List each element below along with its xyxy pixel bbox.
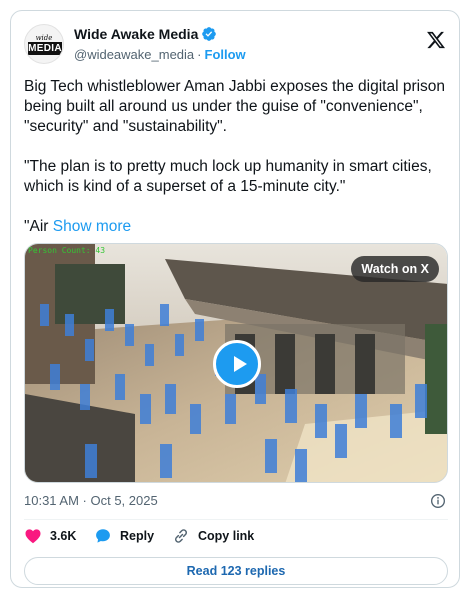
timestamp[interactable]: 10:31 AM · Oct 5, 2025 <box>24 493 158 508</box>
x-logo-icon[interactable] <box>426 30 446 50</box>
verified-badge-icon <box>202 27 217 41</box>
tweet-paragraph-truncated: "Air Show more <box>24 217 448 237</box>
read-replies-button[interactable]: Read 123 replies <box>24 557 448 585</box>
name-row: Wide Awake Media <box>74 25 217 43</box>
link-icon <box>174 529 188 543</box>
video-player[interactable]: Person Count: 43 Watch on X <box>24 243 448 483</box>
handle-row: @wideawake_media · Follow <box>74 45 246 63</box>
person-count-overlay: Person Count: 43 <box>28 246 106 255</box>
reply-bubble-icon <box>96 529 110 543</box>
watch-on-x-button[interactable]: Watch on X <box>351 256 439 282</box>
separator-dot: · <box>197 46 202 62</box>
reply-button[interactable]: Reply <box>94 526 154 546</box>
like-button[interactable]: 3.6K <box>24 526 76 546</box>
like-count: 3.6K <box>50 529 77 543</box>
follow-link[interactable]: Follow <box>205 47 246 62</box>
play-icon <box>234 356 247 372</box>
handle[interactable]: @wideawake_media <box>74 47 194 62</box>
tweet-text: Big Tech whistleblower Aman Jabbi expose… <box>24 77 448 237</box>
heart-icon <box>25 529 41 544</box>
avatar-logo-box: MEDIA <box>28 42 62 55</box>
show-more-link[interactable]: Show more <box>53 218 131 235</box>
copy-link-label: Copy link <box>198 529 255 543</box>
avatar[interactable]: wide awake MEDIA <box>24 24 64 64</box>
tweet-meta: 10:31 AM · Oct 5, 2025 <box>24 491 448 511</box>
info-icon[interactable] <box>430 493 446 509</box>
tweet-paragraph: "The plan is to pretty much lock up huma… <box>24 158 437 195</box>
action-bar: 3.6K Reply Copy link <box>24 521 448 551</box>
copy-link-button[interactable]: Copy link <box>172 526 254 546</box>
tweet-header: wide awake MEDIA Wide Awake Media @widea… <box>24 24 448 64</box>
tweet-card: wide awake MEDIA Wide Awake Media @widea… <box>10 10 460 588</box>
truncated-text: "Air <box>24 218 53 235</box>
divider <box>24 519 448 520</box>
reply-label: Reply <box>120 529 155 543</box>
display-name[interactable]: Wide Awake Media <box>74 26 198 42</box>
tweet-paragraph: Big Tech whistleblower Aman Jabbi expose… <box>24 78 450 135</box>
play-button[interactable] <box>213 340 261 388</box>
